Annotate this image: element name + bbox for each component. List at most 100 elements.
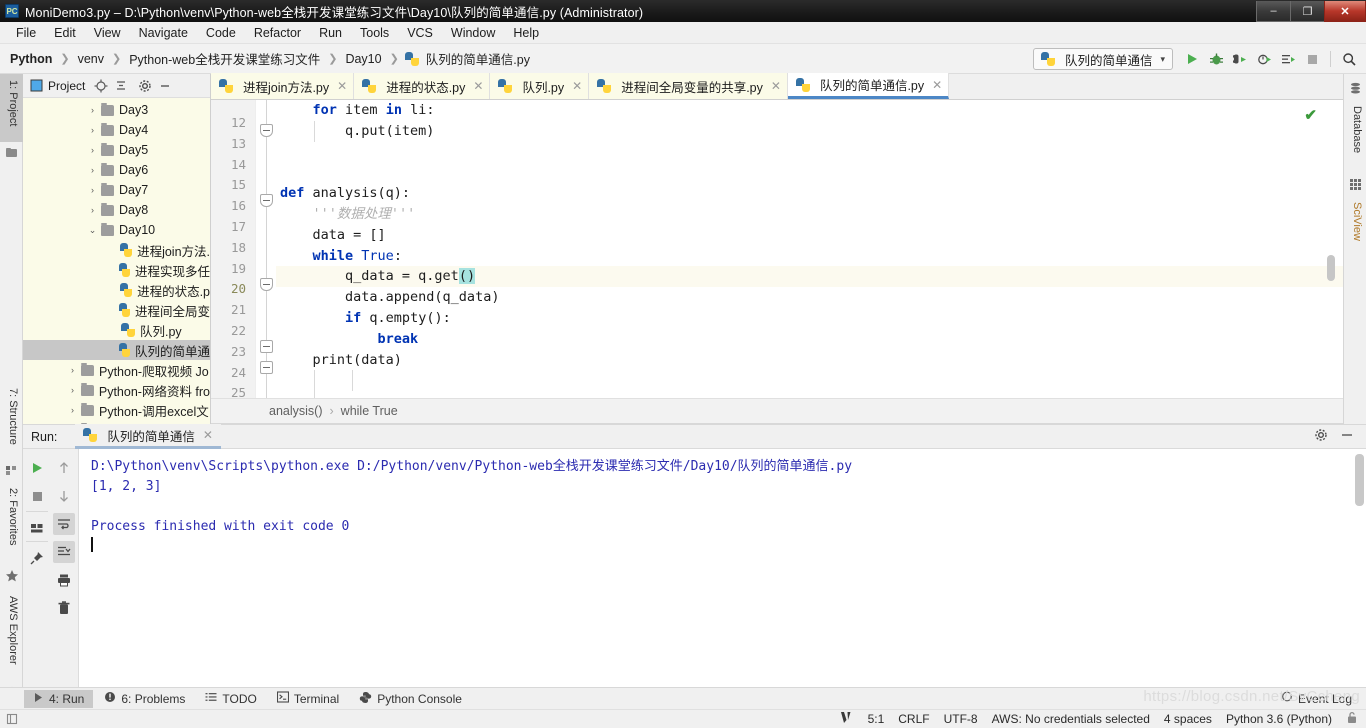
editor-scrollbar[interactable] [1327,100,1335,398]
code-line[interactable]: break [276,329,1343,350]
tree-item[interactable]: 队列的简单通 [23,340,210,360]
breadcrumb-folder[interactable]: Python-web全栈开发课堂练习文件 [127,49,322,68]
python-interpreter[interactable]: Python 3.6 (Python) [1226,712,1332,726]
fold-marker[interactable] [260,194,273,207]
tree-item[interactable]: ⌄ Day10 [23,220,210,240]
chevron-right-icon[interactable]: › [87,185,98,196]
editor-tab[interactable]: 进程间全局变量的共享.py ✕ [589,73,788,99]
code-folding-gutter[interactable] [256,100,276,398]
run-console-button[interactable] [1277,48,1299,70]
sidebar-item-sciview[interactable]: SciView [1344,196,1366,260]
tree-item[interactable]: › Day4 [23,120,210,140]
chevron-right-icon[interactable]: › [87,205,98,216]
vcs-icon[interactable] [840,711,854,727]
indent-setting[interactable]: 4 spaces [1164,712,1212,726]
close-icon[interactable]: ✕ [203,428,213,442]
code-line[interactable]: print(data) [276,350,1343,371]
editor-tab[interactable]: 队列的简单通信.py ✕ [787,73,950,99]
tree-item[interactable]: › Day8 [23,200,210,220]
code-line[interactable]: q_data = q.get() [276,266,1343,288]
breadcrumb-while-true[interactable]: while True [341,404,398,418]
menu-file[interactable]: File [7,24,45,42]
collapse-all-icon[interactable] [113,78,129,94]
up-stack-icon[interactable] [53,457,75,479]
chevron-right-icon[interactable]: › [87,165,98,176]
code-line[interactable]: for item in li: [276,100,1343,121]
code-line[interactable] [276,142,1343,163]
toggle-bar-icon[interactable] [0,713,24,725]
close-button[interactable]: ✕ [1324,1,1366,22]
menu-window[interactable]: Window [442,24,504,42]
code-content[interactable]: for item in li: q.put(item) def analysis(… [276,100,1343,398]
scroll-to-end-icon[interactable] [53,541,75,563]
stop-button[interactable] [1301,48,1323,70]
tree-item[interactable]: › Day6 [23,160,210,180]
breadcrumb-day10[interactable]: Day10 [343,52,383,66]
code-line[interactable]: def analysis(q): [276,183,1343,204]
chevron-right-icon[interactable]: › [67,405,78,416]
breadcrumb-file[interactable]: 队列的简单通信.py [424,49,532,68]
down-stack-icon[interactable] [53,485,75,507]
tree-item[interactable]: 进程的状态.p [23,280,210,300]
pin-icon[interactable] [26,547,48,569]
editor-tab[interactable]: 进程join方法.py ✕ [211,73,355,99]
sidebar-item-aws-explorer[interactable]: AWS Explorer [0,590,23,682]
sidebar-item-structure[interactable]: 7: Structure [0,382,23,460]
rerun-icon[interactable] [26,457,48,479]
code-line[interactable] [276,370,1343,391]
line-separator[interactable]: CRLF [898,712,929,726]
tree-item[interactable]: › Python-爬取视频 Jo [23,360,210,380]
aws-credentials[interactable]: AWS: No credentials selected [992,712,1150,726]
chevron-right-icon[interactable]: › [87,105,98,116]
chevron-right-icon[interactable]: › [67,385,78,396]
close-icon[interactable]: ✕ [771,79,781,93]
menu-help[interactable]: Help [504,24,548,42]
bottom-tab-terminal[interactable]: Terminal [268,689,348,708]
run-configuration-selector[interactable]: 队列的简单通信 ▾ [1033,48,1173,70]
project-view-icon[interactable] [28,78,44,94]
menu-vcs[interactable]: VCS [398,24,442,42]
sidebar-item-database[interactable]: Database [1344,100,1366,170]
chevron-right-icon[interactable]: › [87,145,98,156]
print-icon[interactable] [53,569,75,591]
menu-tools[interactable]: Tools [351,24,398,42]
bottom-tab-run-triangle[interactable]: 4: Run [24,689,94,708]
scrollbar-thumb[interactable] [1327,255,1335,281]
tree-item[interactable]: 进程join方法. [23,240,210,260]
code-line[interactable]: while True: [276,246,1343,267]
sidebar-item-project[interactable]: 1: Project [0,74,23,142]
fold-marker[interactable] [260,278,273,291]
console-scrollbar-thumb[interactable] [1355,454,1364,506]
tree-item[interactable]: › Day7 [23,180,210,200]
breadcrumb-python[interactable]: Python [8,52,54,66]
stop-icon[interactable] [26,485,48,507]
close-icon[interactable]: ✕ [572,79,582,93]
bottom-tab-todo[interactable]: TODO [196,689,265,708]
bottom-tab-python[interactable]: Python Console [350,689,471,709]
hide-icon[interactable] [157,78,173,94]
bottom-tab-problems[interactable]: 6: Problems [95,689,194,708]
menu-refactor[interactable]: Refactor [245,24,310,42]
fold-marker[interactable] [260,340,273,353]
menu-view[interactable]: View [85,24,130,42]
breadcrumb-venv[interactable]: venv [76,52,106,66]
code-line[interactable] [276,162,1343,183]
breadcrumb-analysis[interactable]: analysis() [269,404,323,418]
tree-item[interactable]: 进程间全局变 [23,300,210,320]
event-log-button[interactable]: Event Log [1281,691,1352,706]
soft-wrap-icon[interactable] [53,513,75,535]
tree-item[interactable]: › Day3 [23,100,210,120]
minimize-button[interactable]: – [1256,1,1291,22]
locate-icon[interactable] [93,78,109,94]
code-line[interactable]: data = [] [276,225,1343,246]
menu-edit[interactable]: Edit [45,24,85,42]
chevron-down-icon[interactable]: ⌄ [87,225,98,236]
lock-icon[interactable] [1346,711,1358,727]
tree-item[interactable]: › Python-网络资料 fro [23,380,210,400]
inspection-status-icon[interactable]: ✔ [1304,106,1317,124]
code-editor[interactable]: 12 13 14 15 16 17 18 19 20 21 22 23 24 25 for item in… [211,100,1343,398]
menu-run[interactable]: Run [310,24,351,42]
file-encoding[interactable]: UTF-8 [944,712,978,726]
code-line[interactable]: if q.empty(): [276,308,1343,329]
debug-button[interactable] [1205,48,1227,70]
